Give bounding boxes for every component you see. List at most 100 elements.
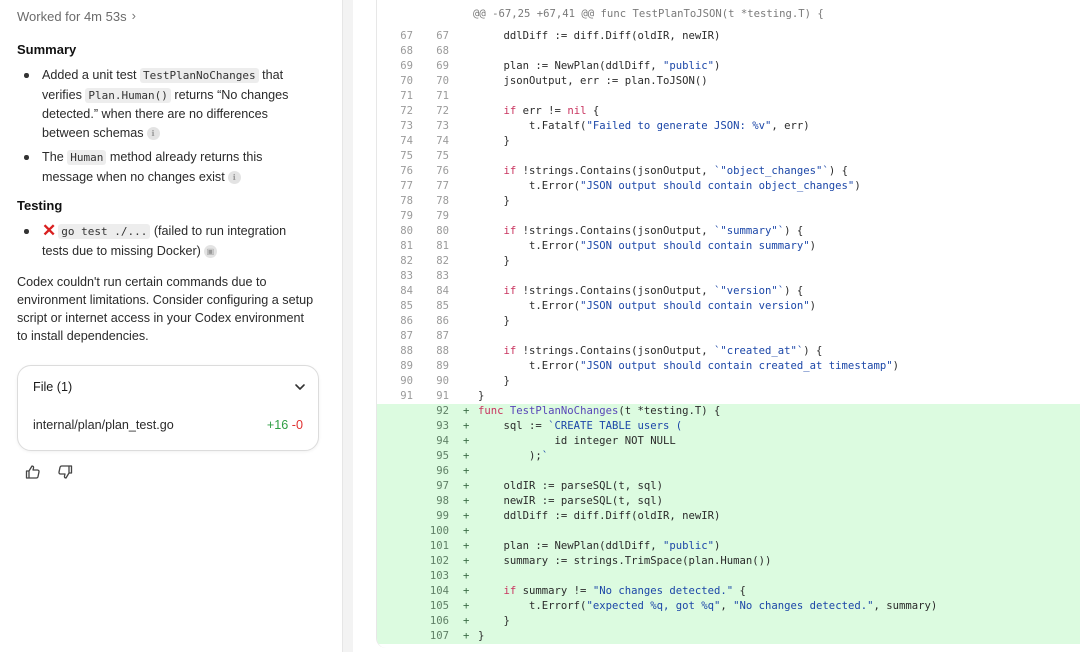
- new-line-number: 69: [436, 60, 449, 72]
- old-line-number: 86: [400, 315, 413, 327]
- new-line-number: 74: [436, 135, 449, 147]
- diff-sign: +: [463, 630, 470, 642]
- diff-lines: 67 67 ddlDiff := diff.Diff(oldIR, newIR) 6…: [377, 29, 1080, 644]
- chevron-down-icon[interactable]: [293, 380, 307, 394]
- diff-sign: +: [463, 600, 470, 612]
- code-text: ddlDiff := diff.Diff(oldIR, newIR): [478, 30, 721, 42]
- diff-line-context: 75 75: [377, 149, 1080, 164]
- code-text: }: [478, 390, 485, 402]
- feedback-buttons: [24, 463, 74, 481]
- old-line-number: 80: [400, 225, 413, 237]
- new-line-number: 72: [436, 105, 449, 117]
- diff-line-context: 83 83: [377, 269, 1080, 284]
- testing-item: ✕ go test ./... (failed to run integratio…: [22, 221, 312, 260]
- old-line-number: 72: [400, 105, 413, 117]
- code-text: t.Error("JSON output should contain obje…: [478, 180, 861, 192]
- diff-sign: +: [463, 420, 470, 432]
- diff-line-context: 72 72 if err != nil {: [377, 104, 1080, 119]
- new-line-number: 103: [429, 570, 449, 582]
- old-line-number: 84: [400, 285, 413, 297]
- code-text: }: [478, 615, 510, 627]
- summary-item: The Human method already returns this me…: [22, 148, 312, 186]
- old-line-number: 89: [400, 360, 413, 372]
- diff-line-context: 91 91}: [377, 389, 1080, 404]
- diff-line-added: 102 + summary := strings.TrimSpace(plan.H…: [377, 554, 1080, 569]
- worked-duration-label: Worked for 4m 53s: [17, 9, 127, 24]
- diff-line-context: 87 87: [377, 329, 1080, 344]
- new-line-number: 90: [436, 375, 449, 387]
- citation-icon[interactable]: ℹ: [227, 170, 241, 184]
- inline-code: Plan.Human(): [85, 87, 171, 103]
- code-text: }: [478, 135, 510, 147]
- old-line-number: 71: [400, 90, 413, 102]
- thumbs-up-icon[interactable]: [24, 463, 42, 481]
- new-line-number: 80: [436, 225, 449, 237]
- diff-line-added: 97 + oldIR := parseSQL(t, sql): [377, 479, 1080, 494]
- diff-hunk-header: @@ -67,25 +67,41 @@ func TestPlanToJSON(…: [473, 8, 824, 20]
- diff-line-added: 105 + t.Errorf("expected %q, got %q", "No…: [377, 599, 1080, 614]
- new-line-number: 106: [429, 615, 449, 627]
- inline-code: Human: [67, 150, 107, 166]
- new-line-number: 78: [436, 195, 449, 207]
- worked-duration-toggle[interactable]: Worked for 4m 53s ›: [17, 8, 136, 24]
- new-line-number: 101: [429, 540, 449, 552]
- diff-line-context: 77 77 t.Error("JSON output should contain…: [377, 179, 1080, 194]
- new-line-number: 105: [429, 600, 449, 612]
- inline-code: go test ./...: [58, 224, 151, 239]
- diff-line-added: 103 +: [377, 569, 1080, 584]
- diff-line-context: 76 76 if !strings.Contains(jsonOutput, `"…: [377, 164, 1080, 179]
- code-text: jsonOutput, err := plan.ToJSON(): [478, 75, 708, 87]
- new-line-number: 73: [436, 120, 449, 132]
- old-line-number: 73: [400, 120, 413, 132]
- diff-line-added: 107 +}: [377, 629, 1080, 644]
- error-x-icon: ✕: [42, 221, 57, 240]
- citation-icon[interactable]: ℹ: [146, 126, 160, 140]
- new-line-number: 98: [436, 495, 449, 507]
- new-line-number: 71: [436, 90, 449, 102]
- new-line-number: 99: [436, 510, 449, 522]
- new-line-number: 92: [436, 405, 449, 417]
- diff-line-context: 69 69 plan := NewPlan(ddlDiff, "public"): [377, 59, 1080, 74]
- code-text: if !strings.Contains(jsonOutput, `"creat…: [503, 345, 823, 357]
- new-line-number: 100: [429, 525, 449, 537]
- diff-line-added: 98 + newIR := parseSQL(t, sql): [377, 494, 1080, 509]
- code-text: t.Error("JSON output should contain vers…: [478, 300, 817, 312]
- panel-resize-divider[interactable]: [342, 0, 353, 652]
- new-line-number: 86: [436, 315, 449, 327]
- changed-file-link[interactable]: internal/plan/plan_test.go: [33, 418, 174, 432]
- diff-line-context: 73 73 t.Fatalf("Failed to generate JSON: …: [377, 119, 1080, 134]
- diff-line-context: 79 79: [377, 209, 1080, 224]
- thumbs-down-icon[interactable]: [56, 463, 74, 481]
- old-line-number: 83: [400, 270, 413, 282]
- code-text: }: [478, 255, 510, 267]
- summary-list: Added a unit test TestPlanNoChanges that…: [22, 66, 312, 193]
- code-text: }: [478, 315, 510, 327]
- code-text: ddlDiff := diff.Diff(oldIR, newIR): [478, 510, 721, 522]
- new-line-number: 95: [436, 450, 449, 462]
- summary-item-text: Added a unit test: [42, 68, 141, 82]
- code-text: if err != nil {: [503, 105, 600, 117]
- new-line-number: 83: [436, 270, 449, 282]
- summary-heading: Summary: [17, 42, 77, 57]
- diff-line-added: 106 + }: [377, 614, 1080, 629]
- new-line-number: 81: [436, 240, 449, 252]
- new-line-number: 76: [436, 165, 449, 177]
- terminal-citation-icon[interactable]: ▣: [203, 244, 217, 258]
- new-line-number: 91: [436, 390, 449, 402]
- old-line-number: 81: [400, 240, 413, 252]
- code-text: summary := strings.TrimSpace(plan.Human(…: [478, 555, 772, 567]
- new-line-number: 102: [429, 555, 449, 567]
- diff-line-context: 70 70 jsonOutput, err := plan.ToJSON(): [377, 74, 1080, 89]
- diff-line-added: 93 + sql := `CREATE TABLE users (: [377, 419, 1080, 434]
- old-line-number: 82: [400, 255, 413, 267]
- code-text: func TestPlanNoChanges(t *testing.T) {: [478, 405, 721, 417]
- diff-sign: +: [463, 435, 470, 447]
- diff-line-added: 96 +: [377, 464, 1080, 479]
- new-line-number: 79: [436, 210, 449, 222]
- new-line-number: 82: [436, 255, 449, 267]
- code-text: sql := `CREATE TABLE users (: [478, 420, 683, 432]
- files-count-title: File (1): [33, 380, 73, 394]
- summary-item-text: The: [42, 150, 68, 165]
- old-line-number: 77: [400, 180, 413, 192]
- deletions-count: -0: [291, 418, 303, 432]
